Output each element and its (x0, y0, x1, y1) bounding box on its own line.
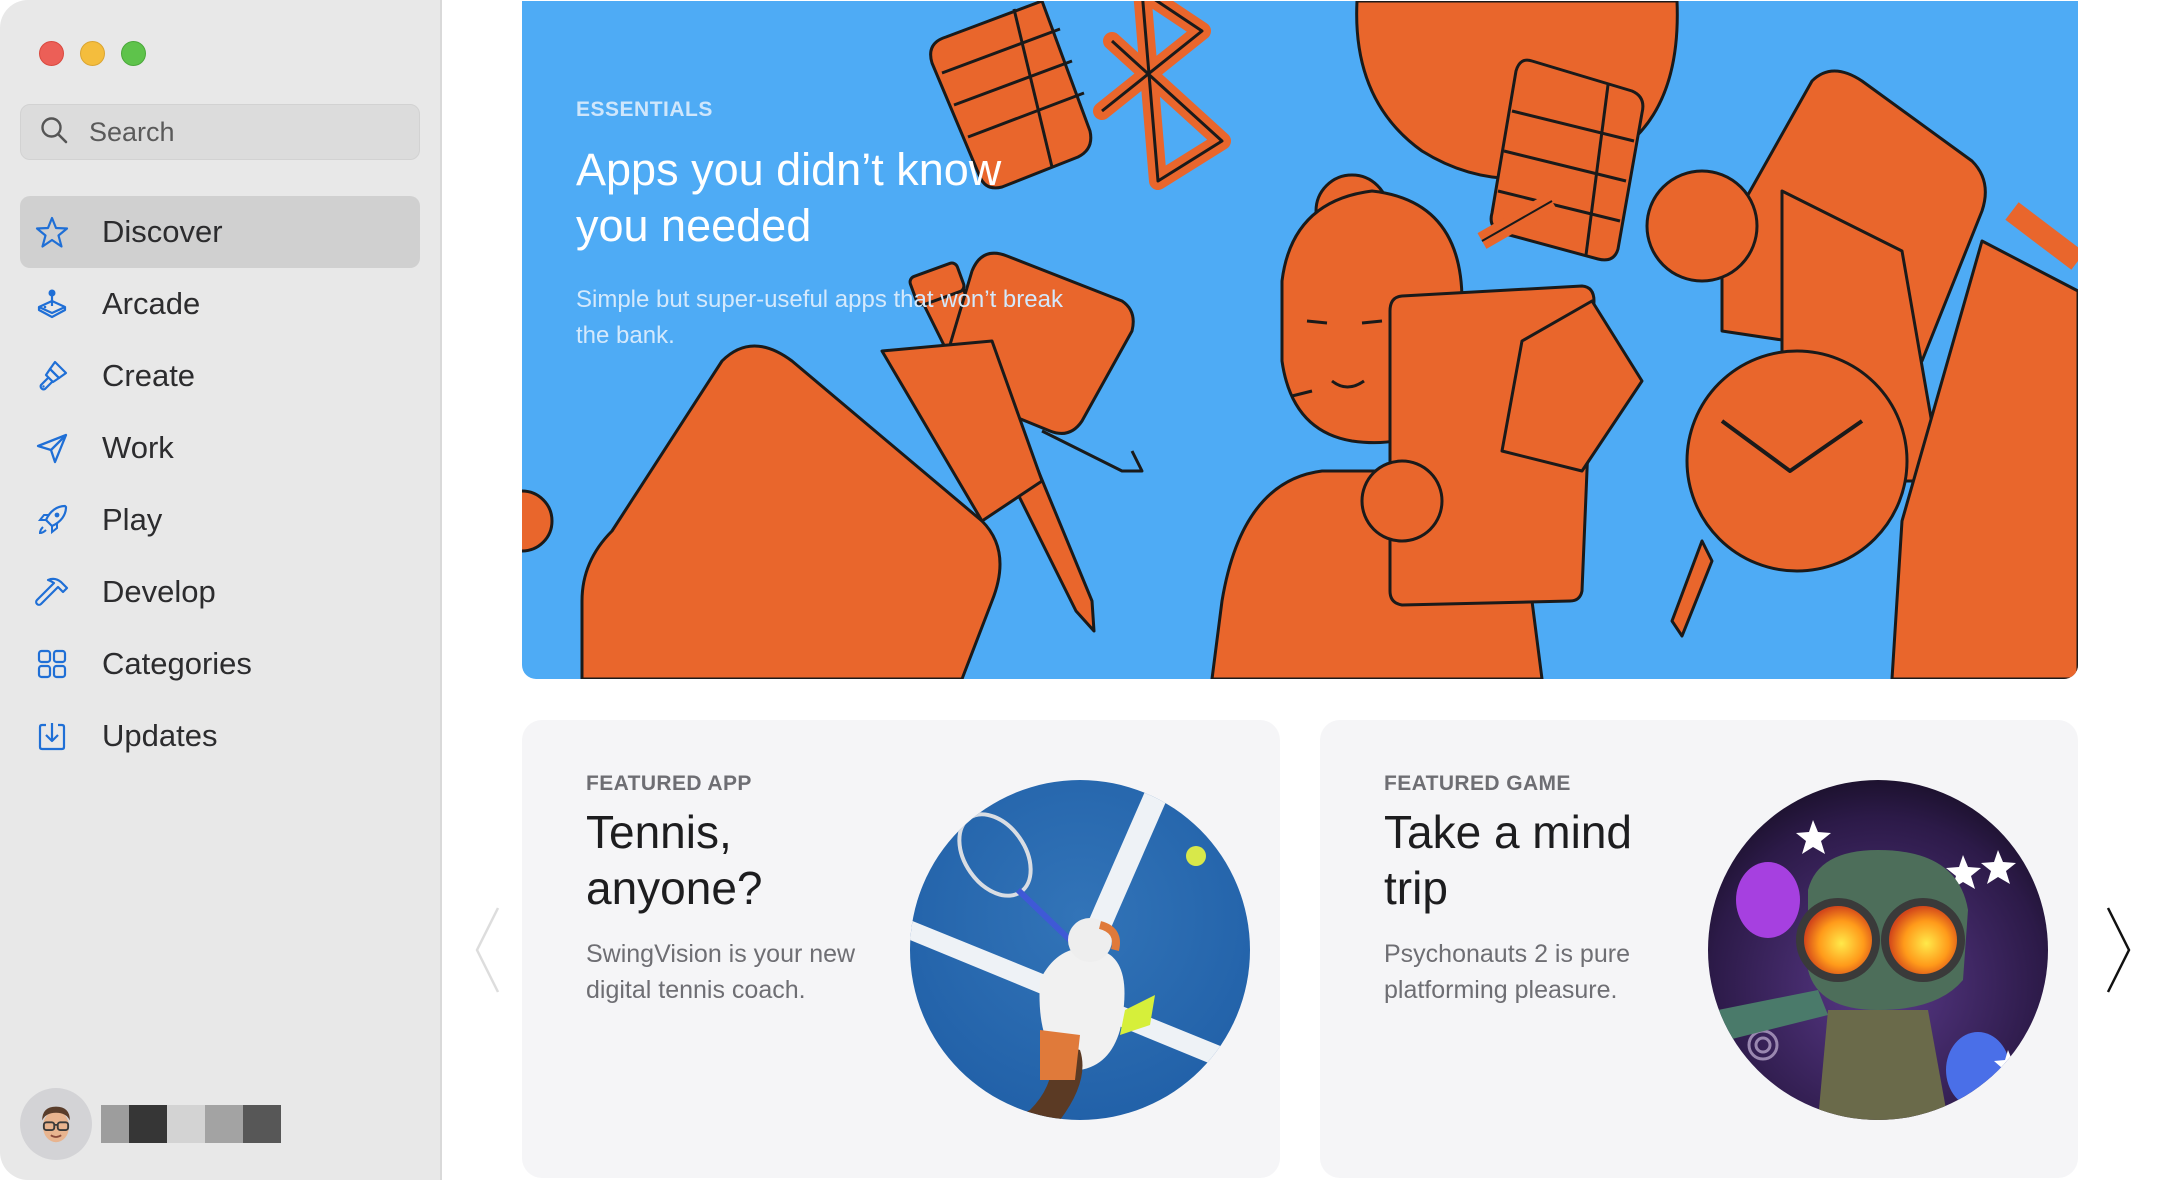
hero-title-line: you needed (576, 200, 812, 251)
sidebar-item-label: Arcade (102, 286, 201, 321)
sidebar-item-label: Discover (102, 214, 223, 249)
featured-game-card[interactable]: FEATURED GAME Take a mind trip Psychonau… (1320, 720, 2078, 1178)
card-text: FEATURED GAME Take a mind trip Psychonau… (1384, 772, 1684, 1008)
card-eyebrow: FEATURED GAME (1384, 772, 1571, 795)
card-title: Take a mind trip (1384, 804, 1684, 916)
sidebar-item-label: Categories (102, 646, 252, 681)
card-title-line: anyone? (586, 862, 763, 914)
search-icon (39, 115, 69, 150)
carousel-next-button[interactable] (2098, 900, 2138, 1000)
account-button[interactable] (20, 1088, 281, 1160)
card-title-line: Tennis, (586, 806, 732, 858)
window-controls (39, 41, 146, 66)
sidebar-item-categories[interactable]: Categories (20, 628, 420, 700)
card-subtitle: Psychonauts 2 is pure platforming pleasu… (1384, 940, 1630, 1004)
sidebar-item-label: Work (102, 430, 174, 465)
hero-text: ESSENTIALS Apps you didn’t know you need… (576, 98, 1176, 354)
paperplane-icon (34, 430, 70, 466)
username-redacted (101, 1105, 281, 1143)
sidebar-item-label: Create (102, 358, 196, 393)
card-subtitle: SwingVision is your new digital tennis c… (586, 940, 856, 1004)
featured-app-card[interactable]: FEATURED APP Tennis, anyone? SwingVision… (522, 720, 1280, 1178)
sidebar-item-label: Updates (102, 718, 218, 753)
sidebar-item-create[interactable]: Create (20, 340, 420, 412)
tennis-player-artwork (910, 780, 1250, 1120)
sidebar-item-arcade[interactable]: Arcade (20, 268, 420, 340)
psychonauts-artwork (1708, 780, 2048, 1120)
avatar[interactable] (20, 1088, 92, 1160)
chevron-right-icon (2106, 907, 2131, 993)
card-eyebrow: FEATURED APP (586, 772, 752, 795)
minimize-window-button[interactable] (80, 41, 105, 66)
main-content: ESSENTIALS Apps you didn’t know you need… (444, 0, 2158, 1180)
sidebar-item-label: Develop (102, 574, 216, 609)
card-title: Tennis, anyone? (586, 804, 886, 916)
hammer-icon (34, 574, 70, 610)
zoom-window-button[interactable] (121, 41, 146, 66)
star-icon (34, 214, 70, 250)
memoji-icon (42, 1106, 70, 1143)
sidebar-item-label: Play (102, 502, 163, 537)
hero-title-line: Apps you didn’t know (576, 144, 1002, 195)
search-input[interactable] (89, 116, 409, 148)
card-text: FEATURED APP Tennis, anyone? SwingVision… (586, 772, 886, 1008)
sidebar-item-work[interactable]: Work (20, 412, 420, 484)
rocket-icon (34, 502, 70, 538)
sidebar-item-updates[interactable]: Updates (20, 700, 420, 772)
card-title-line: trip (1384, 862, 1448, 914)
grid-icon (34, 646, 70, 682)
sidebar-item-play[interactable]: Play (20, 484, 420, 556)
download-icon (34, 718, 70, 754)
sidebar: Discover Arcade Create Work Play (0, 0, 442, 1180)
hero-banner[interactable]: ESSENTIALS Apps you didn’t know you need… (522, 1, 2078, 679)
search-field[interactable] (20, 104, 420, 160)
paintbrush-icon (34, 358, 70, 394)
close-window-button[interactable] (39, 41, 64, 66)
card-title-line: Take a mind (1384, 806, 1633, 858)
clock-shape (1685, 349, 1909, 573)
joystick-icon (34, 286, 70, 322)
sidebar-nav: Discover Arcade Create Work Play Develop… (20, 196, 420, 772)
sidebar-item-develop[interactable]: Develop (20, 556, 420, 628)
sidebar-item-discover[interactable]: Discover (20, 196, 420, 268)
carousel-previous-button[interactable] (468, 900, 508, 1000)
chevron-left-icon (475, 907, 500, 993)
hero-title: Apps you didn’t know you needed (576, 142, 1176, 254)
hero-subtitle: Simple but super-useful apps that won’t … (576, 286, 1063, 349)
hero-eyebrow: ESSENTIALS (576, 98, 713, 121)
